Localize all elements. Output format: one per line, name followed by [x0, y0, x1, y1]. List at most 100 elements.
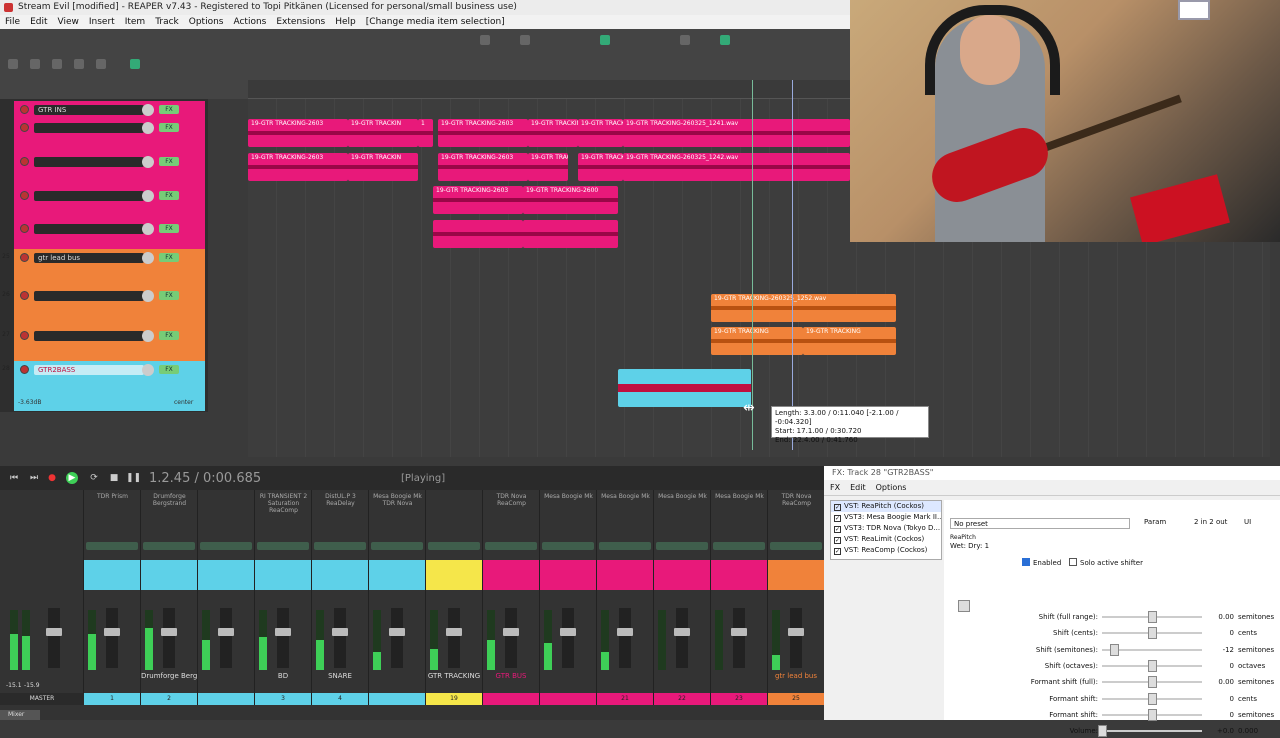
strip-fx-button[interactable] — [428, 542, 480, 550]
strip-fader[interactable] — [560, 608, 576, 668]
media-item[interactable] — [523, 220, 618, 248]
fader-handle[interactable] — [560, 628, 576, 636]
menu-edit[interactable]: Edit — [30, 15, 47, 29]
lock-icon[interactable] — [680, 35, 690, 45]
strip-color-header[interactable] — [768, 560, 824, 590]
volume-knob[interactable] — [142, 190, 154, 202]
strip-fx-names[interactable]: DistUL.P 3 ReaDelay — [314, 493, 367, 507]
fader-handle[interactable] — [503, 628, 519, 636]
strip-fader[interactable] — [104, 608, 120, 668]
strip-fx-button[interactable] — [257, 542, 309, 550]
param-value[interactable]: 0 — [1204, 659, 1234, 673]
strip-fader[interactable] — [503, 608, 519, 668]
volume-knob[interactable] — [142, 252, 154, 264]
track-name-field[interactable] — [34, 123, 144, 133]
track-row[interactable]: GTR INS FX — [14, 101, 205, 119]
media-item[interactable]: 19-GTR TRACKING — [711, 327, 803, 355]
fader-handle[interactable] — [446, 628, 462, 636]
record-arm-button[interactable] — [20, 291, 29, 300]
fader-handle[interactable] — [674, 628, 690, 636]
strip-color-header[interactable] — [426, 560, 482, 590]
media-item[interactable]: 1 — [418, 119, 433, 147]
track-name-field[interactable] — [34, 157, 144, 167]
strip-fx-names[interactable]: Mesa Boogie Mk TDR Nova — [371, 493, 424, 507]
grid-icon[interactable] — [480, 35, 490, 45]
track-name-field[interactable] — [34, 331, 144, 341]
param-slider[interactable] — [1102, 643, 1202, 656]
strip-fader[interactable] — [674, 608, 690, 668]
fader-handle[interactable] — [788, 628, 804, 636]
media-item[interactable] — [433, 220, 523, 248]
strip-fx-button[interactable] — [485, 542, 537, 550]
strip-fx-names[interactable]: Mesa Boogie Mk — [656, 493, 709, 500]
track-name-field[interactable]: GTR INS — [34, 105, 144, 115]
fx-enable-checkbox[interactable]: ✓ — [834, 548, 841, 555]
fader-handle[interactable] — [731, 628, 747, 636]
strip-fader[interactable] — [218, 608, 234, 668]
menu-actions[interactable]: Actions — [233, 15, 266, 29]
param-slider[interactable] — [1102, 708, 1202, 721]
fader-handle[interactable] — [218, 628, 234, 636]
strip-color-header[interactable] — [597, 560, 653, 590]
strip-fx-button[interactable] — [143, 542, 195, 550]
track-row[interactable]: 27 FX — [2, 327, 205, 361]
repeat-icon[interactable]: ⟳ — [88, 472, 100, 484]
menu-options[interactable]: Options — [189, 15, 224, 29]
strip-color-header[interactable] — [654, 560, 710, 590]
media-item[interactable]: 19-GTR TRACKING-2603 — [578, 153, 623, 181]
strip-fader[interactable] — [332, 608, 348, 668]
strip-color-header[interactable] — [369, 560, 425, 590]
fx-chain-item[interactable]: ✓ VST: ReaComp (Cockos) — [831, 545, 941, 556]
strip-fader[interactable] — [788, 608, 804, 668]
media-item[interactable]: 19-GTR TRACKING-2603 — [433, 186, 523, 214]
record-arm-button[interactable] — [20, 157, 29, 166]
media-item[interactable]: 19-GTR TRACKING-260325_1241.wav — [623, 119, 850, 147]
strip-color-header[interactable] — [255, 560, 311, 590]
track-row[interactable]: 25 gtr lead bus FX — [2, 249, 205, 287]
volume-knob[interactable] — [142, 156, 154, 168]
strip-fx-button[interactable] — [599, 542, 651, 550]
undo-icon[interactable] — [74, 59, 84, 69]
media-item[interactable]: 19-GTR TRACKING-260325_1242.wav — [623, 153, 850, 181]
fx-button[interactable]: FX — [159, 365, 179, 374]
track-row[interactable]: 28 GTR2BASS FX -3.63dB center — [2, 361, 205, 411]
strip-fx-names[interactable]: TDR Nova ReaComp — [485, 493, 538, 507]
solo-shifter-checkbox[interactable]: Solo active shifter — [1069, 558, 1143, 567]
media-item[interactable]: 19-GTR TRACKING — [803, 327, 896, 355]
stop-button[interactable]: ■ — [108, 472, 120, 484]
volume-knob[interactable] — [142, 223, 154, 235]
param-slider-handle[interactable] — [1148, 627, 1157, 640]
menu-file[interactable]: File — [5, 15, 20, 29]
param-slider[interactable] — [1102, 627, 1202, 640]
param-value[interactable]: 0 — [1204, 692, 1234, 706]
strip-color-header[interactable] — [84, 560, 140, 590]
strip-color-header[interactable] — [483, 560, 539, 590]
record-arm-button[interactable] — [20, 105, 29, 114]
param-slider[interactable] — [1102, 659, 1202, 672]
track-name-field[interactable] — [34, 191, 144, 201]
fx-button[interactable]: FX — [159, 157, 179, 166]
strip-fx-names[interactable]: Mesa Boogie Mk — [542, 493, 595, 500]
fx-button[interactable]: FX — [159, 105, 179, 114]
param-slider-handle[interactable] — [1110, 643, 1119, 656]
menu-insert[interactable]: Insert — [89, 15, 115, 29]
strip-fx-button[interactable] — [200, 542, 252, 550]
fx-menu-edit[interactable]: Edit — [850, 480, 866, 495]
new-project-icon[interactable] — [8, 59, 18, 69]
track-row[interactable]: FX — [14, 220, 205, 250]
strip-fader[interactable] — [731, 608, 747, 668]
menu-help[interactable]: Help — [335, 15, 356, 29]
fx-enable-checkbox[interactable]: ✓ — [834, 537, 841, 544]
fx-menu-options[interactable]: Options — [876, 480, 907, 495]
param-slider-handle[interactable] — [1098, 725, 1107, 738]
strip-fx-button[interactable] — [656, 542, 708, 550]
volume-knob[interactable] — [142, 290, 154, 302]
fx-chain-item[interactable]: ✓ VST3: TDR Nova (Tokyo D... — [831, 523, 941, 534]
strip-color-header[interactable] — [711, 560, 767, 590]
fx-button[interactable]: FX — [159, 191, 179, 200]
fx-menu-fx[interactable]: FX — [830, 480, 840, 495]
media-item[interactable]: 19-GTR TRACKING-260325_1252.wav — [711, 294, 896, 322]
strip-color-header[interactable] — [198, 560, 254, 590]
strip-fx-button[interactable] — [314, 542, 366, 550]
record-arm-button[interactable] — [20, 365, 29, 374]
